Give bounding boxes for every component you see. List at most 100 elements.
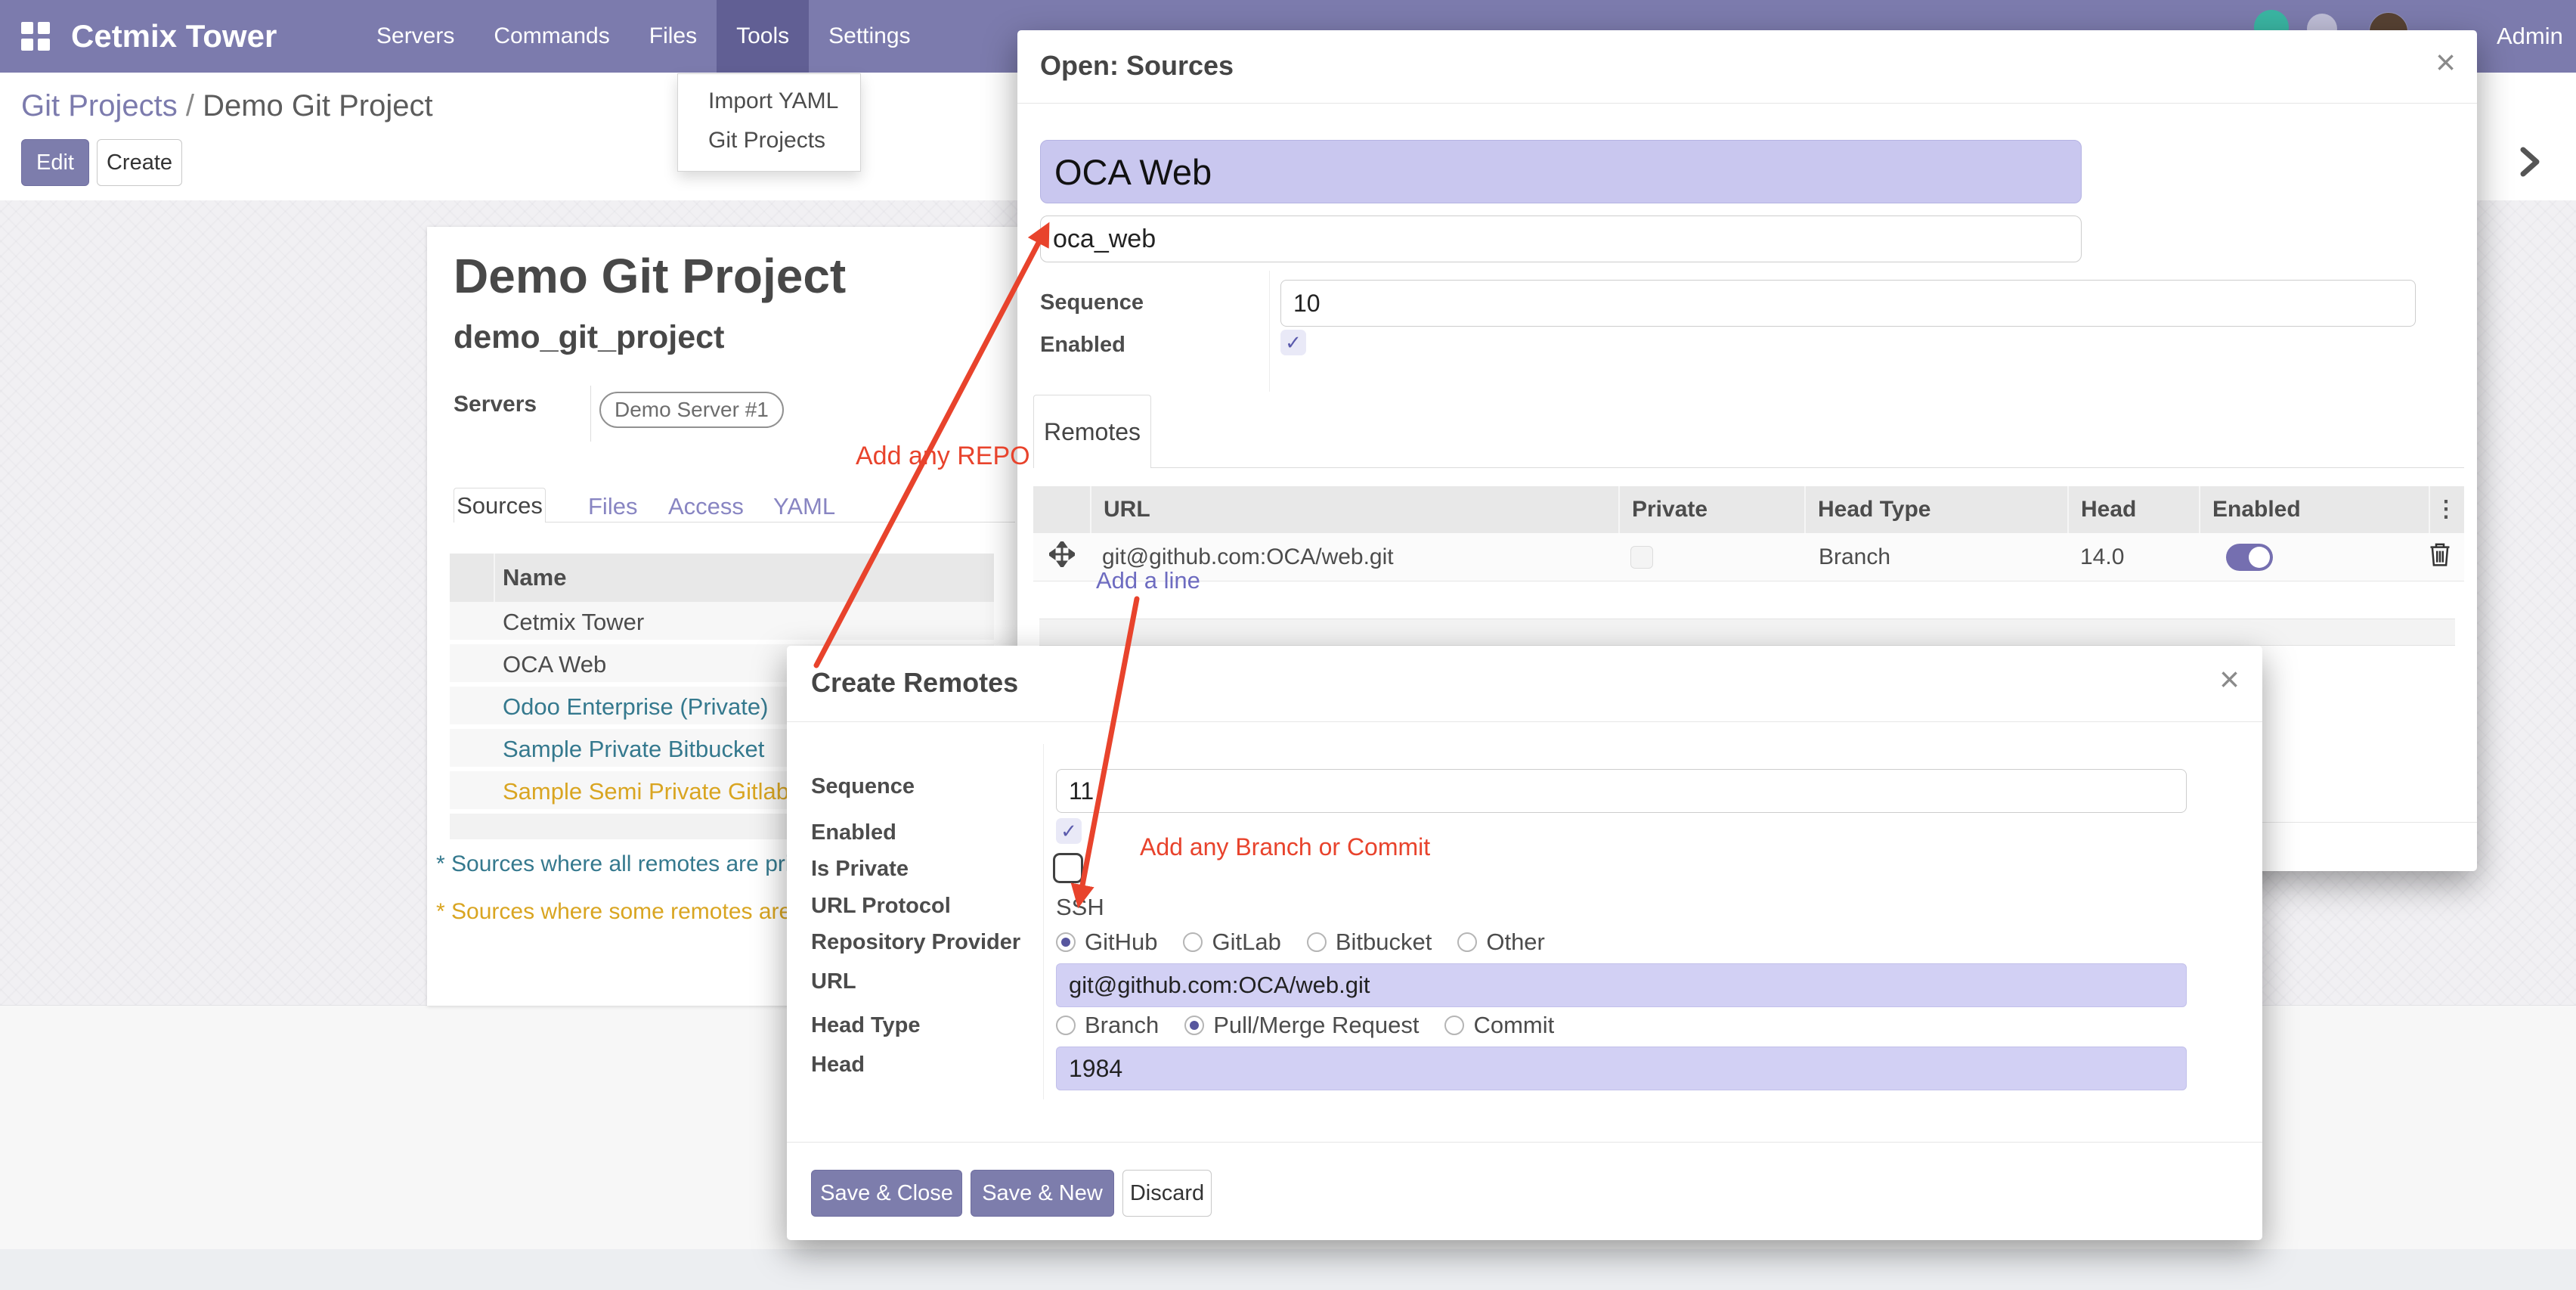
url-input[interactable] [1056, 963, 2187, 1007]
modal-header-divider [1017, 103, 2477, 104]
url-column-header: URL [1090, 486, 1618, 533]
radio-commit[interactable] [1444, 1016, 1464, 1035]
radio-other[interactable] [1457, 932, 1477, 952]
remote-enabled-cell [2199, 544, 2429, 571]
apps-grid-icon[interactable] [21, 22, 50, 51]
tab-access[interactable]: Access [668, 493, 744, 520]
is-private-label: Is Private [811, 857, 909, 882]
head-type-radios: Branch Pull/Merge Request Commit [1056, 1012, 1580, 1039]
private-column-header: Private [1618, 486, 1804, 533]
server-badge[interactable]: Demo Server #1 [599, 392, 784, 428]
tab-remotes[interactable]: Remotes [1033, 395, 1151, 468]
footnote-private: * Sources where all remotes are pri [436, 851, 791, 877]
url-protocol-value: SSH [1056, 894, 1104, 921]
open-sources-modal-title: Open: Sources [1040, 50, 1234, 82]
remote-private-cell [1618, 546, 1804, 569]
create-remotes-modal: Create Remotes × Sequence Enabled ✓ Is P… [787, 646, 2262, 1240]
project-title: Demo Git Project [454, 248, 846, 304]
head-type-label: Head Type [811, 1013, 921, 1038]
edit-button[interactable]: Edit [21, 139, 89, 186]
sequence-label: Sequence [811, 774, 915, 799]
nav-item-settings[interactable]: Settings [809, 0, 930, 73]
head-column-header: Head [2067, 486, 2199, 533]
save-new-button[interactable]: Save & New [971, 1170, 1114, 1217]
project-code: demo_git_project [454, 319, 724, 356]
add-a-line-link[interactable]: Add a line [1096, 567, 1200, 594]
url-protocol-label: URL Protocol [811, 894, 951, 919]
nav-item-files[interactable]: Files [630, 0, 717, 73]
form-column-divider [1269, 271, 1270, 392]
sequence-label: Sequence [1040, 290, 1144, 315]
app-brand[interactable]: Cetmix Tower [71, 0, 277, 73]
head-input[interactable] [1056, 1047, 2187, 1090]
handle-column-divider [494, 554, 495, 602]
sources-table-header: Name [450, 554, 994, 602]
drag-column-header [1033, 486, 1090, 533]
nav-item-commands[interactable]: Commands [474, 0, 629, 73]
breadcrumb-current: Demo Git Project [203, 89, 433, 122]
save-close-button[interactable]: Save & Close [811, 1170, 962, 1217]
modal-header-divider [787, 721, 2262, 722]
nav-item-servers[interactable]: Servers [357, 0, 474, 73]
sequence-input[interactable] [1056, 769, 2187, 813]
list-scroll-band [1039, 619, 2455, 646]
sequence-input[interactable] [1280, 280, 2416, 327]
remote-head-cell: 14.0 [2067, 544, 2199, 570]
footnote-semi-private: * Sources where some remotes are [436, 899, 791, 925]
notebook-underline [1033, 467, 2464, 468]
remote-delete-cell [2429, 541, 2464, 573]
breadcrumb: Git Projects / Demo Git Project [21, 89, 433, 123]
close-icon[interactable]: × [2435, 47, 2456, 77]
radio-github[interactable] [1056, 932, 1076, 952]
label-separator [590, 386, 591, 442]
breadcrumb-git-projects[interactable]: Git Projects [21, 89, 178, 122]
chevron-right-icon [2511, 144, 2547, 180]
enabled-toggle[interactable] [2226, 544, 2273, 571]
create-button[interactable]: Create [97, 139, 182, 186]
radio-gitlab[interactable] [1183, 932, 1203, 952]
enabled-column-header: Enabled [2199, 486, 2429, 533]
repository-provider-label: Repository Provider [811, 930, 1020, 955]
enabled-label: Enabled [1040, 333, 1125, 358]
menu-item-git-projects[interactable]: Git Projects [708, 124, 825, 157]
radio-pull-merge-request[interactable] [1184, 1016, 1204, 1035]
tools-dropdown-menu: Import YAML Git Projects [677, 73, 861, 172]
repository-provider-radios: GitHub GitLab Bitbucket Other [1056, 929, 1571, 956]
source-code-input[interactable] [1040, 216, 2082, 262]
url-label: URL [811, 969, 856, 994]
radio-branch[interactable] [1056, 1016, 1076, 1035]
source-name-input[interactable] [1040, 140, 2082, 203]
optional-columns-icon[interactable]: ⋮ [2429, 486, 2464, 533]
annotation-add-any-repo: Add any REPO [856, 442, 1030, 471]
enabled-checkbox[interactable]: ✓ [1280, 330, 1306, 355]
discard-button[interactable]: Discard [1122, 1170, 1212, 1217]
pager-next-button[interactable] [2511, 144, 2547, 180]
tab-files[interactable]: Files [588, 493, 637, 520]
annotation-add-any-branch: Add any Branch or Commit [1140, 833, 1430, 861]
remote-url-cell: git@github.com:OCA/web.git [1090, 544, 1618, 570]
enabled-label: Enabled [811, 820, 896, 845]
page-footer-strip [0, 1249, 2576, 1290]
source-row-cetmix-tower[interactable]: Cetmix Tower [450, 602, 994, 642]
nav-item-tools[interactable]: Tools [717, 0, 809, 73]
private-checkbox[interactable] [1630, 546, 1653, 569]
close-icon[interactable]: × [2219, 664, 2240, 694]
remotes-table-header: URL Private Head Type Head Enabled ⋮ [1033, 486, 2464, 533]
is-private-checkbox[interactable] [1053, 853, 1083, 883]
navbar-menu: Servers Commands Files Tools Settings [357, 0, 930, 73]
drag-handle-icon[interactable] [1033, 541, 1090, 573]
head-label: Head [811, 1053, 865, 1078]
remote-table-row[interactable]: git@github.com:OCA/web.git Branch 14.0 [1033, 533, 2464, 581]
tab-yaml[interactable]: YAML [773, 493, 835, 520]
create-remotes-modal-title: Create Remotes [811, 667, 1018, 699]
name-column-header: Name [503, 564, 566, 591]
radio-bitbucket[interactable] [1307, 932, 1327, 952]
user-menu[interactable]: Admin [2497, 0, 2563, 73]
form-column-divider [1043, 744, 1044, 1099]
headtype-column-header: Head Type [1804, 486, 2067, 533]
breadcrumb-separator: / [186, 89, 203, 122]
tab-sources[interactable]: Sources [454, 488, 546, 523]
menu-item-import-yaml[interactable]: Import YAML [708, 85, 838, 118]
trash-icon[interactable] [2429, 541, 2451, 567]
enabled-checkbox[interactable]: ✓ [1056, 818, 1082, 844]
